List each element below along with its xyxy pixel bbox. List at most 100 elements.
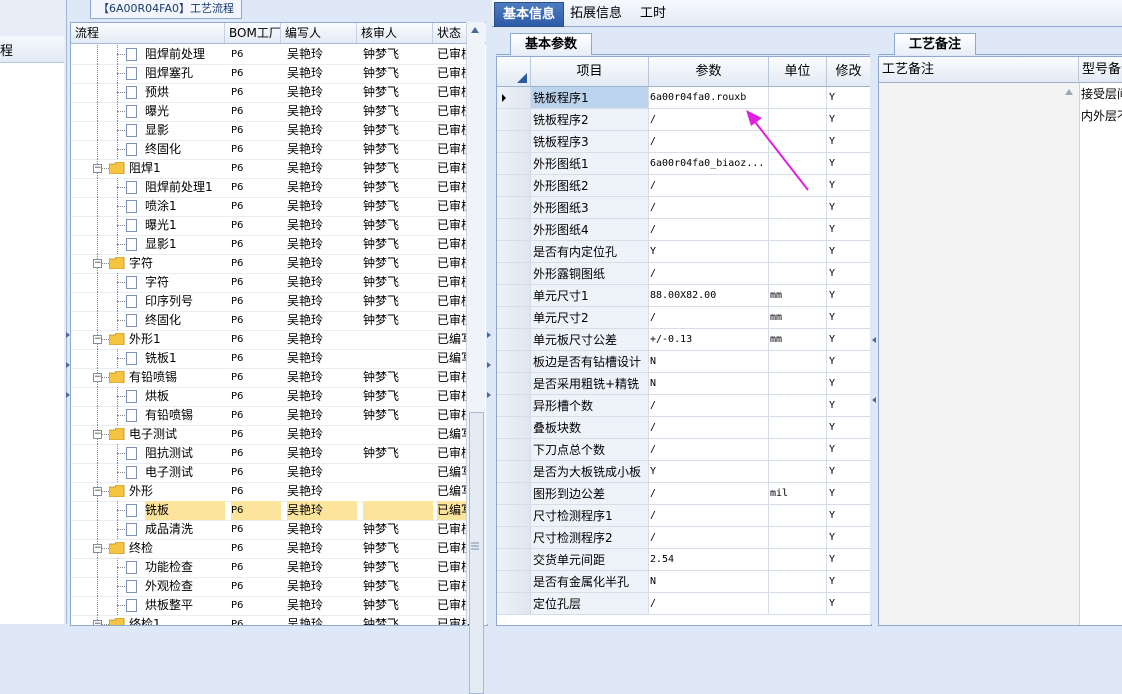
- process-tree-row[interactable]: 显影 P6 吴艳玲 钟梦飞 已审核: [71, 121, 469, 141]
- row-indicator[interactable]: [497, 351, 531, 373]
- row-indicator[interactable]: [497, 307, 531, 329]
- param-modify-cell[interactable]: Y: [827, 153, 871, 175]
- collapse-toggle-icon[interactable]: −: [93, 259, 102, 268]
- param-modify-cell[interactable]: Y: [827, 197, 871, 219]
- param-value-cell[interactable]: /: [649, 197, 769, 219]
- collapse-toggle-icon[interactable]: −: [93, 487, 102, 496]
- param-modify-cell[interactable]: Y: [827, 285, 871, 307]
- col-header-status[interactable]: 状态: [433, 23, 469, 43]
- param-unit-cell[interactable]: mm: [769, 329, 827, 351]
- param-value-cell[interactable]: N: [649, 351, 769, 373]
- process-tree-row[interactable]: 成品清洗 P6 吴艳玲 钟梦飞 已审核: [71, 520, 469, 540]
- param-modify-cell[interactable]: Y: [827, 549, 871, 571]
- process-tree-row[interactable]: 烘板整平 P6 吴艳玲 钟梦飞 已审核: [71, 596, 469, 616]
- process-tree-row[interactable]: − 有铅喷锡 P6 吴艳玲 钟梦飞 已审核: [71, 368, 469, 388]
- param-modify-cell[interactable]: Y: [827, 351, 871, 373]
- param-value-cell[interactable]: /: [649, 307, 769, 329]
- row-indicator[interactable]: [497, 593, 531, 615]
- param-value-cell[interactable]: 88.00X82.00: [649, 285, 769, 307]
- param-unit-cell[interactable]: [769, 439, 827, 461]
- col-header-model-notes[interactable]: 型号备注: [1079, 57, 1122, 83]
- param-unit-cell[interactable]: mm: [769, 307, 827, 329]
- col-header-bom[interactable]: BOM工厂: [225, 23, 281, 43]
- row-indicator[interactable]: [497, 197, 531, 219]
- row-indicator[interactable]: [497, 263, 531, 285]
- process-vertical-scrollbar[interactable]: [466, 22, 485, 694]
- row-indicator[interactable]: [497, 241, 531, 263]
- param-value-cell[interactable]: /: [649, 505, 769, 527]
- process-tree-row[interactable]: 阻焊前处理1 P6 吴艳玲 钟梦飞 已审核: [71, 178, 469, 198]
- param-modify-cell[interactable]: Y: [827, 131, 871, 153]
- process-tree-row[interactable]: 阻焊塞孔 P6 吴艳玲 钟梦飞 已审核: [71, 64, 469, 84]
- param-row[interactable]: 下刀点总个数 / Y: [497, 439, 871, 461]
- param-row[interactable]: 外形图纸1 6a00r04fa0_biaoz... Y: [497, 153, 871, 175]
- process-tree-row[interactable]: 铣板1 P6 吴艳玲 已编写: [71, 349, 469, 369]
- row-indicator[interactable]: [497, 219, 531, 241]
- process-tree-row[interactable]: 阻焊前处理 P6 吴艳玲 钟梦飞 已审核: [71, 45, 469, 65]
- collapse-toggle-icon[interactable]: −: [93, 335, 102, 344]
- process-tree-row[interactable]: 铣板 P6 吴艳玲 已编写: [71, 501, 469, 521]
- process-tree-row[interactable]: − 终检 P6 吴艳玲 钟梦飞 已审核: [71, 539, 469, 559]
- process-tree-row[interactable]: 外观检查 P6 吴艳玲 钟梦飞 已审核: [71, 577, 469, 597]
- param-row[interactable]: 单元尺寸2/mm Y: [497, 307, 871, 329]
- param-modify-cell[interactable]: Y: [827, 219, 871, 241]
- params-corner-cell[interactable]: [497, 57, 531, 87]
- right-splitter[interactable]: [870, 30, 878, 624]
- process-tree-row[interactable]: 曝光 P6 吴艳玲 钟梦飞 已审核: [71, 102, 469, 122]
- collapse-toggle-icon[interactable]: −: [93, 620, 102, 625]
- param-unit-cell[interactable]: [769, 351, 827, 373]
- param-unit-cell[interactable]: [769, 571, 827, 593]
- col-header-unit[interactable]: 单位: [769, 57, 827, 87]
- param-row[interactable]: 尺寸检测程序1/ Y: [497, 505, 871, 527]
- process-tree-row[interactable]: 阻抗测试 P6 吴艳玲 钟梦飞 已审核: [71, 444, 469, 464]
- param-modify-cell[interactable]: Y: [827, 241, 871, 263]
- param-value-cell[interactable]: Y: [649, 461, 769, 483]
- param-unit-cell[interactable]: [769, 395, 827, 417]
- process-tree-row[interactable]: − 字符 P6 吴艳玲 钟梦飞 已审核: [71, 254, 469, 274]
- param-row[interactable]: 外形图纸4/ Y: [497, 219, 871, 241]
- param-unit-cell[interactable]: [769, 241, 827, 263]
- param-row[interactable]: 叠板块数 / Y: [497, 417, 871, 439]
- param-unit-cell[interactable]: [769, 373, 827, 395]
- param-value-cell[interactable]: 6a00r04fa0.rouxb: [649, 87, 769, 109]
- process-tree-row[interactable]: − 阻焊1 P6 吴艳玲 钟梦飞 已审核: [71, 159, 469, 179]
- param-modify-cell[interactable]: Y: [827, 527, 871, 549]
- collapse-toggle-icon[interactable]: −: [93, 430, 102, 439]
- param-row[interactable]: 是否有金属化半孔 N Y: [497, 571, 871, 593]
- row-indicator[interactable]: [497, 131, 531, 153]
- process-tree-row[interactable]: − 电子测试 P6 吴艳玲 已编写: [71, 425, 469, 445]
- param-modify-cell[interactable]: Y: [827, 593, 871, 615]
- process-tree-row[interactable]: 有铅喷锡 P6 吴艳玲 钟梦飞 已审核: [71, 406, 469, 426]
- param-unit-cell[interactable]: [769, 417, 827, 439]
- param-modify-cell[interactable]: Y: [827, 571, 871, 593]
- param-modify-cell[interactable]: Y: [827, 373, 871, 395]
- process-tree-row[interactable]: 显影1 P6 吴艳玲 钟梦飞 已审核: [71, 235, 469, 255]
- process-tree-row[interactable]: − 外形 P6 吴艳玲 已编写: [71, 482, 469, 502]
- param-row[interactable]: 是否为大板铣成小板 Y Y: [497, 461, 871, 483]
- param-modify-cell[interactable]: Y: [827, 87, 871, 109]
- scroll-up-icon[interactable]: [470, 26, 480, 34]
- param-value-cell[interactable]: +/-0.13: [649, 329, 769, 351]
- param-row[interactable]: 铣板程序1 6a00r04fa0.rouxb Y: [497, 87, 871, 109]
- param-row[interactable]: 单元尺寸1 88.00X82.00 mm Y: [497, 285, 871, 307]
- param-row[interactable]: 铣板程序3/Y: [497, 131, 871, 153]
- row-indicator[interactable]: [497, 175, 531, 197]
- param-unit-cell[interactable]: [769, 505, 827, 527]
- param-unit-cell[interactable]: [769, 593, 827, 615]
- param-unit-cell[interactable]: mm: [769, 285, 827, 307]
- process-notes-cell[interactable]: [879, 83, 1080, 625]
- param-modify-cell[interactable]: Y: [827, 395, 871, 417]
- col-header-modify[interactable]: 修改: [827, 57, 871, 87]
- col-header-param[interactable]: 参数: [649, 57, 769, 87]
- param-value-cell[interactable]: /: [649, 219, 769, 241]
- param-value-cell[interactable]: /: [649, 263, 769, 285]
- param-value-cell[interactable]: N: [649, 373, 769, 395]
- col-header-reviewer[interactable]: 核审人: [357, 23, 433, 43]
- param-modify-cell[interactable]: Y: [827, 417, 871, 439]
- param-value-cell[interactable]: /: [649, 395, 769, 417]
- collapse-toggle-icon[interactable]: −: [93, 373, 102, 382]
- param-modify-cell[interactable]: Y: [827, 329, 871, 351]
- process-tree-row[interactable]: 电子测试 P6 吴艳玲 已编写: [71, 463, 469, 483]
- param-row[interactable]: 是否采用粗铣+精铣 N Y: [497, 373, 871, 395]
- param-unit-cell[interactable]: [769, 87, 827, 109]
